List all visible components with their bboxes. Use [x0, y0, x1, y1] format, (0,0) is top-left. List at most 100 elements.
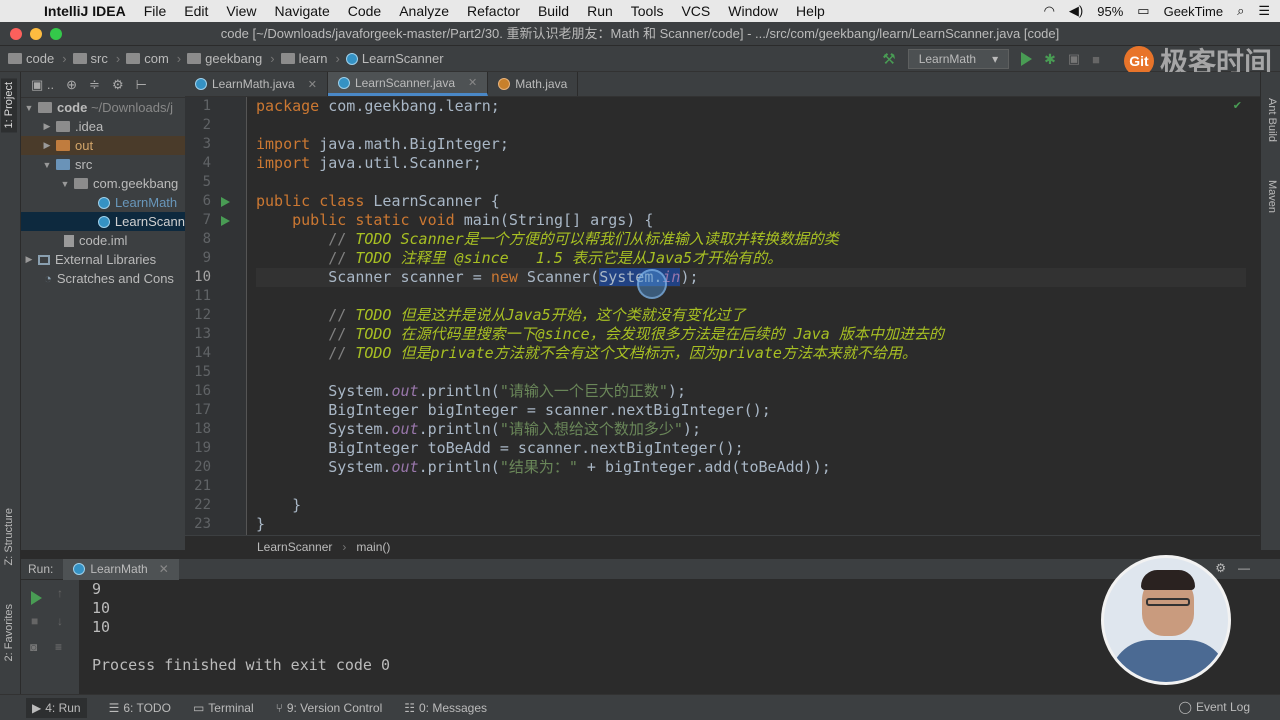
code-line-12[interactable]: 12 // TODO 但是这并是说从Java5开始，这个类就没有变化过了	[194, 306, 1246, 325]
code-line-15[interactable]: 15	[194, 363, 1246, 382]
menu-file[interactable]: File	[144, 3, 167, 19]
crumb-geekbang[interactable]: geekbang ›	[187, 51, 275, 66]
code-line-2[interactable]: 2	[203, 116, 1246, 135]
code-line-1[interactable]: 1 package com.geekbang.learn;	[203, 97, 1246, 116]
build-hammer-icon[interactable]: ⚒	[882, 50, 895, 68]
code-editor[interactable]: 1 package com.geekbang.learn; 2 3 import j…	[185, 97, 1260, 535]
tree-item-idea[interactable]: ▶ .idea	[21, 117, 185, 136]
collapsed-arrow-icon[interactable]: ▶	[41, 140, 53, 151]
volume-icon[interactable]: ◀)	[1069, 3, 1083, 19]
battery-icon[interactable]: ▭	[1137, 3, 1149, 19]
crumb-src[interactable]: src ›	[72, 51, 120, 66]
code-line-10[interactable]: 10 Scanner scanner = new Scanner(System.…	[194, 268, 1246, 287]
tab-math[interactable]: Math.java	[488, 72, 579, 96]
close-window-button[interactable]	[10, 28, 22, 40]
expanded-arrow-icon[interactable]: ▼	[23, 103, 35, 113]
soft-wrap-icon[interactable]: ≡	[55, 640, 62, 654]
tool-window-messages[interactable]: ☷ 0: Messages	[404, 701, 487, 715]
view-mode-icon[interactable]: ▣ ..	[31, 77, 54, 93]
wifi-icon[interactable]: ◠	[1044, 3, 1055, 19]
collapse-icon[interactable]: ≑	[89, 77, 100, 93]
scroll-up-icon[interactable]: ↑	[57, 586, 63, 600]
tab-maven[interactable]: Maven	[1266, 180, 1278, 213]
tool-window-todo[interactable]: ☰ 6: TODO	[109, 701, 171, 715]
close-icon[interactable]: ✕	[468, 76, 477, 89]
code-line-6[interactable]: 6 public class LearnScanner {	[203, 192, 1246, 211]
camera-icon[interactable]: ◙	[30, 640, 37, 654]
code-line-3[interactable]: 3 import java.math.BigInteger;	[203, 135, 1246, 154]
minimize-window-button[interactable]	[30, 28, 42, 40]
tool-window-event-log[interactable]: ◯ Event Log	[1179, 700, 1250, 714]
crumb-com[interactable]: com ›	[126, 51, 181, 66]
tree-item-src[interactable]: ▼ src	[21, 155, 185, 174]
battery-percent[interactable]: 95%	[1097, 4, 1123, 19]
run-class-gutter-icon[interactable]	[221, 197, 230, 207]
menu-view[interactable]: View	[226, 3, 256, 19]
tab-learnmath[interactable]: LearnMath.java ✕	[185, 72, 328, 96]
collapsed-arrow-icon[interactable]: ▶	[23, 254, 35, 265]
expanded-arrow-icon[interactable]: ▼	[59, 179, 71, 189]
menu-window[interactable]: Window	[728, 3, 778, 19]
minimize-panel-icon[interactable]: —	[1238, 561, 1250, 575]
menu-code[interactable]: Code	[348, 3, 381, 19]
tab-ant-build[interactable]: Ant Build	[1266, 98, 1278, 142]
tool-window-terminal[interactable]: ▭ Terminal	[193, 701, 254, 715]
tab-structure[interactable]: Z: Structure	[1, 504, 17, 569]
zoom-window-button[interactable]	[50, 28, 62, 40]
menu-navigate[interactable]: Navigate	[274, 3, 329, 19]
app-name-menu[interactable]: IntelliJ IDEA	[44, 3, 126, 19]
code-line-14[interactable]: 14 // TODO 但是private方法就不会有这个文档标示，因为priva…	[194, 344, 1246, 363]
code-line-22[interactable]: 22 }	[194, 496, 1246, 515]
stop-icon[interactable]: ■	[31, 614, 38, 628]
user-name[interactable]: GeekTime	[1164, 4, 1223, 19]
tree-item-scratches[interactable]: ◔ Scratches and Cons	[21, 269, 185, 288]
run-console-output[interactable]: 9 10 10 Process finished with exit code …	[79, 580, 1280, 694]
code-line-7[interactable]: 7 public static void main(String[] args)…	[203, 211, 1246, 230]
close-icon[interactable]: ✕	[159, 562, 169, 576]
locate-icon[interactable]: ⊕	[66, 77, 77, 93]
stop-icon[interactable]: ■	[1092, 52, 1100, 67]
inspection-ok-icon[interactable]: ✔	[1233, 99, 1242, 112]
menu-vcs[interactable]: VCS	[681, 3, 710, 19]
code-line-16[interactable]: 16 System.out.println("请输入一个巨大的正数");	[194, 382, 1246, 401]
menu-refactor[interactable]: Refactor	[467, 3, 520, 19]
tree-item-out[interactable]: ▶ out	[21, 136, 185, 155]
close-icon[interactable]: ✕	[308, 78, 317, 91]
tab-favorites[interactable]: 2: Favorites	[1, 600, 17, 665]
tab-project[interactable]: 1: Project	[1, 78, 17, 133]
debug-bug-icon[interactable]: ✱	[1044, 51, 1056, 68]
menu-analyze[interactable]: Analyze	[399, 3, 449, 19]
tree-item-external-libraries[interactable]: ▶ External Libraries	[21, 250, 185, 269]
tool-window-run[interactable]: ▶ 4: Run	[26, 697, 87, 718]
code-line-11[interactable]: 11	[194, 287, 1246, 306]
expanded-arrow-icon[interactable]: ▼	[41, 160, 53, 170]
breadcrumb-method[interactable]: main()	[356, 540, 390, 554]
run-tab-learnmath[interactable]: LearnMath ✕	[63, 558, 179, 580]
scroll-down-icon[interactable]: ↓	[57, 614, 63, 628]
hide-icon[interactable]: ⊢	[136, 77, 147, 93]
code-line-19[interactable]: 19 BigInteger toBeAdd = scanner.nextBigI…	[194, 439, 1246, 458]
code-line-23[interactable]: 23}	[194, 515, 1246, 534]
menu-build[interactable]: Build	[538, 3, 569, 19]
menu-help[interactable]: Help	[796, 3, 825, 19]
code-content[interactable]: 1 package com.geekbang.learn; 2 3 import j…	[194, 97, 1246, 534]
collapsed-arrow-icon[interactable]: ▶	[41, 121, 53, 132]
tab-learnscanner[interactable]: LearnScanner.java ✕	[327, 72, 489, 96]
tool-window-version-control[interactable]: ⑂ 9: Version Control	[276, 701, 383, 715]
tree-item-package[interactable]: ▼ com.geekbang	[21, 174, 185, 193]
run-configuration-select[interactable]: LearnMath ▾	[907, 49, 1010, 69]
tree-item-learnmath[interactable]: LearnMath	[21, 193, 185, 212]
menu-run[interactable]: Run	[587, 3, 613, 19]
code-line-13[interactable]: 13 // TODO 在源代码里搜索一下@since，会发现很多方法是在后续的 …	[194, 325, 1246, 344]
run-method-gutter-icon[interactable]	[221, 216, 230, 226]
search-icon[interactable]: ⌕	[1237, 3, 1244, 19]
crumb-learnscanner[interactable]: LearnScanner	[345, 51, 444, 66]
tree-item-iml[interactable]: code.iml	[21, 231, 185, 250]
menu-list-icon[interactable]: ☰	[1258, 3, 1270, 19]
breadcrumb-class[interactable]: LearnScanner	[257, 540, 332, 554]
coverage-icon[interactable]: ▣	[1068, 51, 1080, 67]
tree-item-learnscanner[interactable]: LearnScann	[21, 212, 185, 231]
gear-icon[interactable]: ⚙	[112, 77, 124, 93]
gear-icon[interactable]: ⚙	[1215, 561, 1226, 575]
run-play-icon[interactable]	[1021, 52, 1033, 66]
